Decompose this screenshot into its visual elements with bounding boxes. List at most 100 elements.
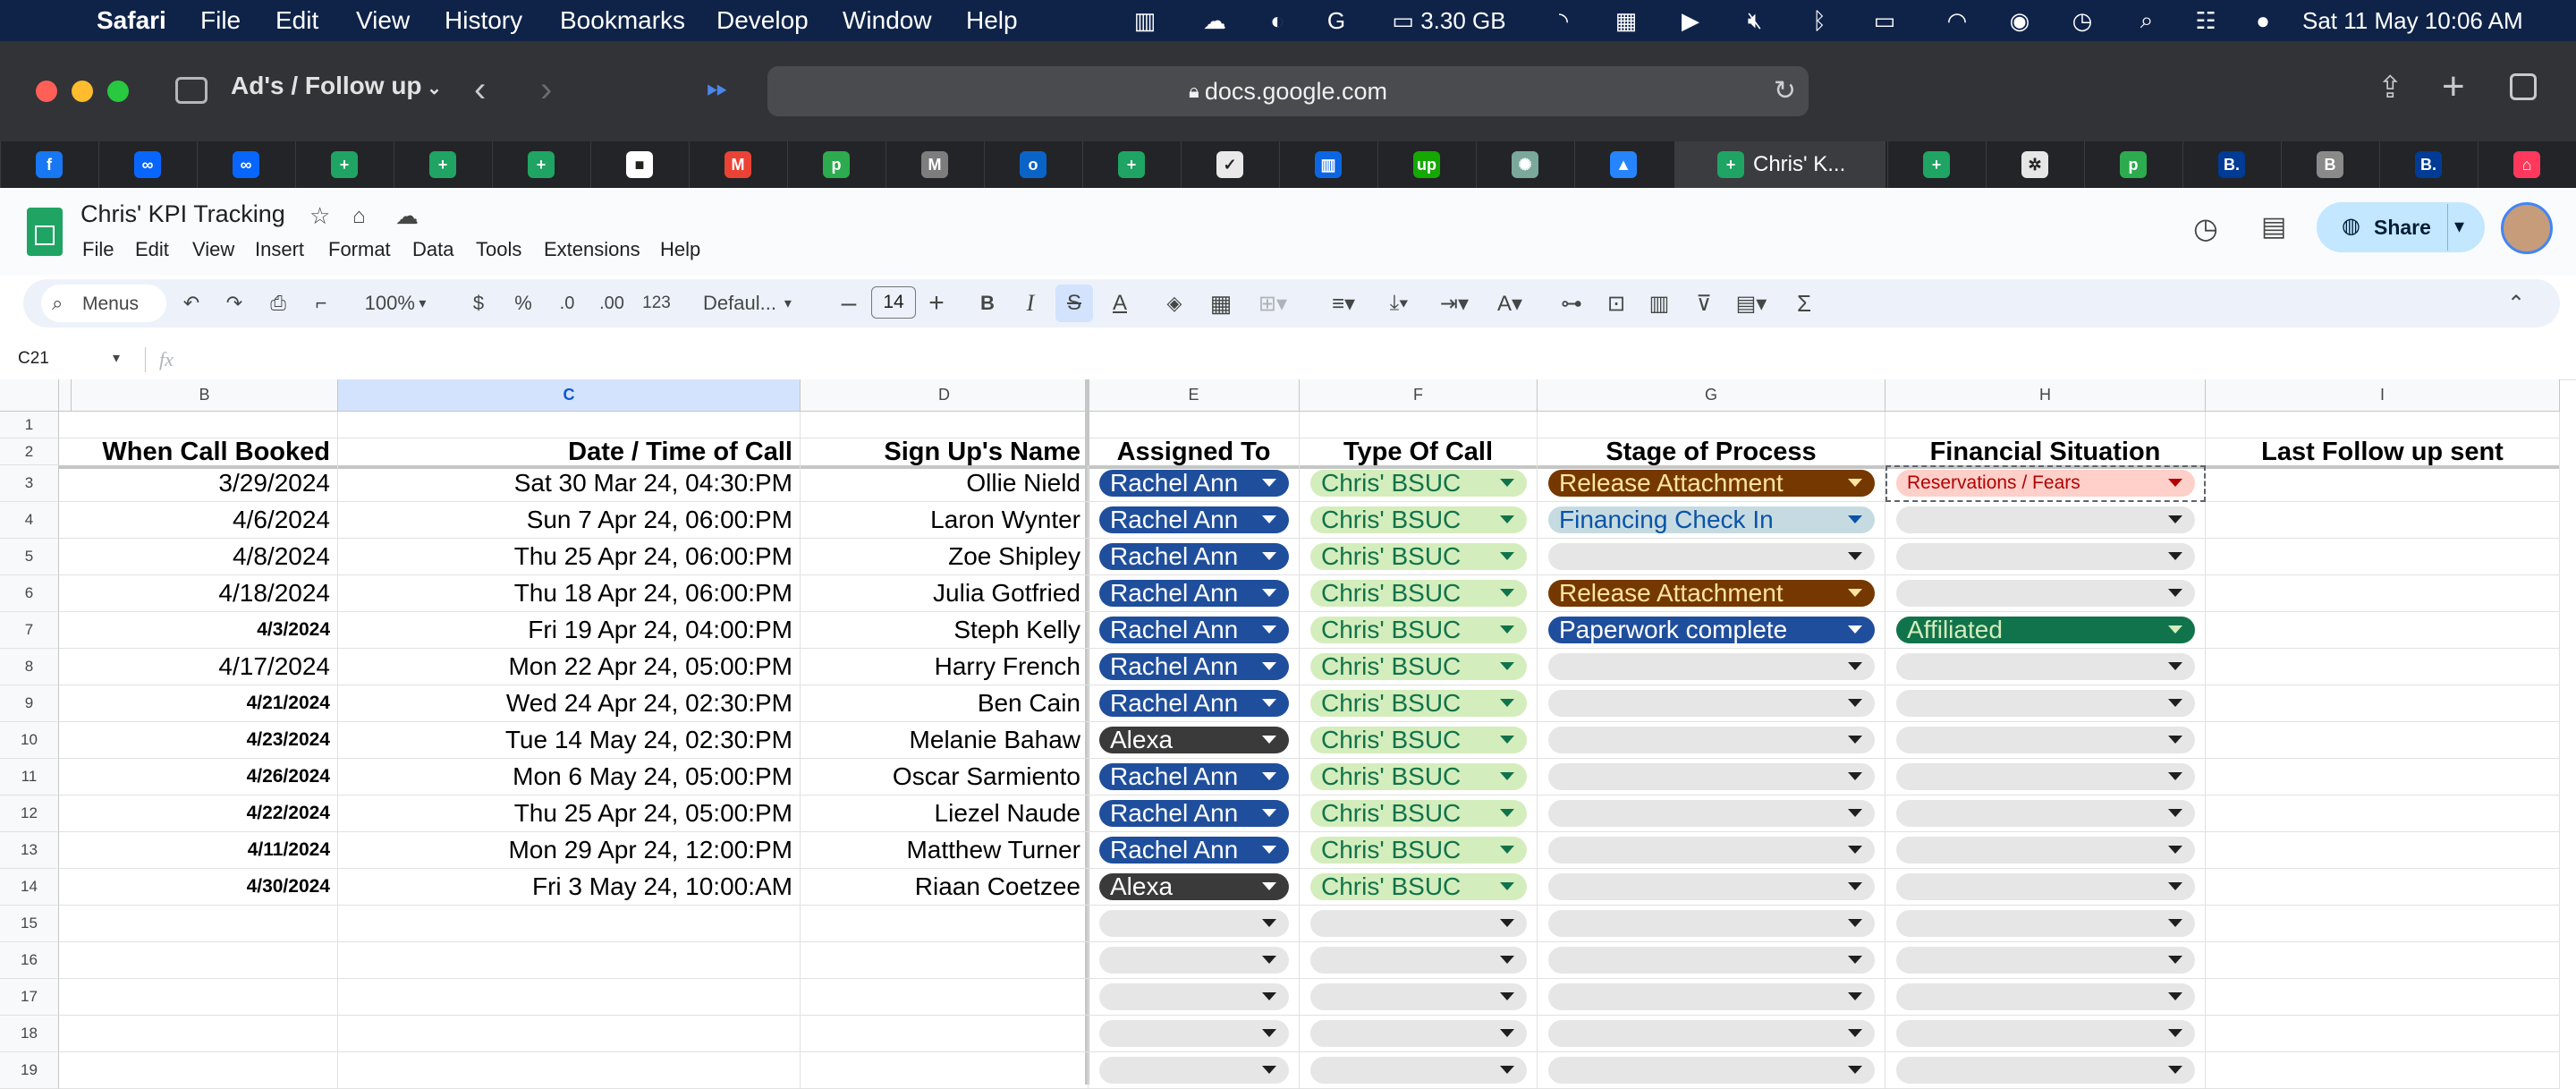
text-color-icon[interactable]: A — [1104, 279, 1136, 328]
move-folder-icon[interactable]: ⌂ — [352, 204, 366, 229]
control-center-icon[interactable]: ☷ — [2190, 0, 2222, 41]
table-cell[interactable] — [2206, 759, 2560, 795]
menus-search[interactable]: ⌕ Menus — [41, 285, 166, 322]
call-type-dropdown[interactable]: Chris' BSUC — [1310, 580, 1527, 607]
version-history-icon[interactable]: ◷ — [2193, 211, 2218, 245]
browser-tab[interactable]: p — [2084, 141, 2182, 188]
close-window-button[interactable] — [36, 81, 57, 102]
financial-situation-dropdown[interactable] — [1896, 873, 2195, 900]
insert-link-icon[interactable]: ⊶ — [1556, 279, 1587, 328]
table-cell[interactable] — [801, 1052, 1089, 1089]
name-box[interactable]: C21 — [18, 349, 49, 369]
stage-dropdown[interactable] — [1548, 690, 1875, 717]
browser-tab[interactable]: ∞ — [197, 141, 294, 188]
document-title[interactable]: Chris' KPI Tracking — [80, 200, 285, 228]
assigned-to-dropdown[interactable]: Rachel Ann — [1099, 763, 1289, 790]
assigned-to-dropdown[interactable]: Rachel Ann — [1099, 617, 1289, 643]
assigned-to-dropdown[interactable]: Rachel Ann — [1099, 800, 1289, 827]
layout-icon[interactable]: ▦ — [1610, 0, 1642, 41]
stage-dropdown[interactable] — [1548, 653, 1875, 680]
empty-cell[interactable] — [1538, 412, 1885, 438]
collapse-toolbar-icon[interactable]: ⌃ — [2501, 279, 2531, 328]
signup-name[interactable]: Julia Gotfried — [801, 575, 1089, 612]
menu-window[interactable]: Window — [843, 0, 932, 41]
column-title[interactable]: Type Of Call — [1300, 438, 1538, 469]
table-cell[interactable] — [2206, 722, 2560, 759]
empty-cell[interactable] — [2206, 412, 2560, 438]
empty-cell[interactable] — [59, 412, 338, 438]
stage-dropdown[interactable]: Release Attachment — [1548, 470, 1875, 497]
column-title[interactable]: When Call Booked — [59, 438, 338, 469]
cloud-status-icon[interactable]: ☁ — [395, 202, 419, 230]
paint-format-icon[interactable]: ⌐ — [306, 279, 336, 328]
grammarly-icon[interactable]: G — [1320, 0, 1352, 41]
financial-situation-dropdown[interactable]: Affiliated — [1896, 617, 2195, 643]
call-datetime[interactable]: Thu 18 Apr 24, 06:00:PM — [338, 575, 801, 612]
row-header-10[interactable]: 10 — [0, 722, 59, 759]
currency-format-button[interactable]: $ — [465, 279, 492, 328]
table-cell[interactable] — [801, 1016, 1089, 1052]
call-type-dropdown[interactable]: Chris' BSUC — [1310, 543, 1527, 570]
row-header-7[interactable]: 7 — [0, 612, 59, 649]
stage-dropdown[interactable] — [1548, 983, 1875, 1010]
font-size-input[interactable]: 14 — [871, 286, 916, 319]
browser-tab[interactable]: f — [0, 141, 97, 188]
browser-tab[interactable]: B. — [2182, 141, 2280, 188]
percent-format-button[interactable]: % — [510, 279, 537, 328]
call-type-dropdown[interactable]: Chris' BSUC — [1310, 653, 1527, 680]
assigned-to-dropdown[interactable]: Rachel Ann — [1099, 543, 1289, 570]
row-header-16[interactable]: 16 — [0, 942, 59, 979]
zoom-window-button[interactable] — [107, 81, 129, 102]
empty-cell[interactable] — [1089, 412, 1300, 438]
table-cell[interactable] — [2206, 1052, 2560, 1089]
row-header-9[interactable]: 9 — [0, 685, 59, 722]
signup-name[interactable]: Matthew Turner — [801, 832, 1089, 869]
column-header-d[interactable]: D — [801, 379, 1089, 412]
financial-situation-dropdown[interactable] — [1896, 763, 2195, 790]
call-type-dropdown[interactable]: Chris' BSUC — [1310, 837, 1527, 864]
call-booked-date[interactable]: 4/21/2024 — [59, 685, 338, 722]
call-booked-date[interactable]: 4/18/2024 — [59, 575, 338, 612]
call-booked-date[interactable]: 4/17/2024 — [59, 649, 338, 685]
search-icon[interactable]: ⌕ — [2131, 0, 2163, 41]
doc-menu-format[interactable]: Format — [328, 238, 391, 261]
browser-tab[interactable]: ✓ — [1181, 141, 1278, 188]
table-cell[interactable] — [2206, 795, 2560, 832]
back-icon[interactable]: ‹ — [474, 70, 486, 110]
browser-tab[interactable]: + — [1082, 141, 1180, 188]
assigned-to-dropdown[interactable]: Rachel Ann — [1099, 837, 1289, 864]
call-datetime[interactable]: Fri 3 May 24, 10:00:AM — [338, 869, 801, 906]
assigned-to-dropdown[interactable]: Rachel Ann — [1099, 653, 1289, 680]
financial-situation-dropdown[interactable]: Reservations / Fears — [1896, 470, 2195, 497]
datetime[interactable]: Sat 11 May 10:06 AM — [2302, 0, 2562, 41]
active-tab[interactable]: + Chris' K... — [1674, 141, 1885, 188]
table-cell[interactable] — [2206, 869, 2560, 906]
browser-tab[interactable]: ▲ — [1574, 141, 1672, 188]
row-header-18[interactable]: 18 — [0, 1016, 59, 1052]
financial-situation-dropdown[interactable] — [1896, 690, 2195, 717]
font-family-select[interactable]: Defaul... ▾ — [703, 279, 816, 328]
browser-tab[interactable]: B. — [2379, 141, 2477, 188]
financial-situation-dropdown[interactable] — [1896, 506, 2195, 533]
user-icon[interactable]: ◉ — [2004, 0, 2036, 41]
menu-help[interactable]: Help — [966, 0, 1018, 41]
cloud-icon[interactable]: ☁ — [1197, 0, 1233, 41]
decrease-font-size-icon[interactable]: – — [835, 279, 862, 328]
call-datetime[interactable]: Mon 29 Apr 24, 12:00:PM — [338, 832, 801, 869]
row-header-8[interactable]: 8 — [0, 649, 59, 685]
time-machine-icon[interactable]: ◷ — [2066, 0, 2098, 41]
table-cell[interactable] — [801, 942, 1089, 979]
stage-dropdown[interactable] — [1548, 947, 1875, 974]
call-datetime[interactable]: Tue 14 May 24, 02:30:PM — [338, 722, 801, 759]
browser-tab[interactable]: up — [1377, 141, 1475, 188]
call-type-dropdown[interactable]: Chris' BSUC — [1310, 470, 1527, 497]
table-cell[interactable] — [338, 1016, 801, 1052]
financial-situation-dropdown[interactable] — [1896, 580, 2195, 607]
filter-views-icon[interactable]: ▤▾ — [1728, 279, 1775, 328]
zoom-select[interactable]: 100% ▾ — [352, 279, 438, 328]
forward-icon[interactable]: › — [540, 70, 552, 110]
signup-name[interactable]: Oscar Sarmiento — [801, 759, 1089, 795]
call-type-dropdown[interactable] — [1310, 1057, 1527, 1084]
call-datetime[interactable]: Mon 22 Apr 24, 05:00:PM — [338, 649, 801, 685]
menu-edit[interactable]: Edit — [275, 0, 318, 41]
